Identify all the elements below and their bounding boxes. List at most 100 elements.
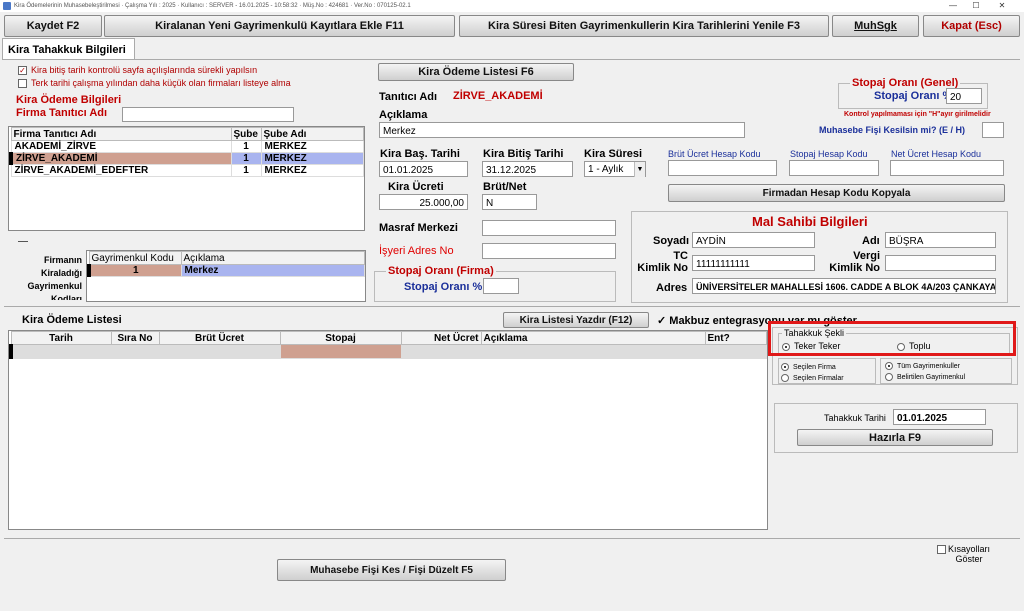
adres-input[interactable]: ÜNİVERSİTELER MAHALLESİ 1606. CADDE A BL… — [692, 278, 996, 294]
tc-kimlik-input[interactable]: 11111111111 — [692, 255, 815, 271]
secilen-firmalar-radio[interactable]: Seçilen Firmalar — [781, 374, 844, 382]
col-brut-ucret[interactable]: Brüt Ücret — [158, 331, 281, 345]
col-sira-no[interactable]: Sıra No — [110, 331, 160, 345]
table-row[interactable]: ZİRVE_AKADEMİ_EDEFTER 1 MERKEZ — [10, 164, 364, 177]
isyeri-adres-input[interactable] — [482, 243, 616, 259]
stopaj-hesap-kodu-input[interactable] — [789, 160, 879, 176]
tab-kira-tahakkuk[interactable]: Kira Tahakkuk Bilgileri — [2, 38, 135, 60]
col-stopaj[interactable]: Stopaj — [279, 331, 402, 345]
sube-cell[interactable]: 1 — [230, 152, 262, 165]
stopaj-hesap-kodu-label: Stopaj Hesap Kodu — [790, 149, 868, 159]
tum-gayrimenkuller-radio[interactable]: Tüm Gayrimenkuller — [885, 362, 960, 370]
brut-net-input[interactable]: N — [482, 194, 537, 210]
kira-listesi-yazdir-button[interactable]: Kira Listesi Yazdır (F12) — [503, 312, 649, 328]
kira-suresi-value: 1 - Aylık — [588, 164, 624, 175]
renew-rent-dates-button[interactable]: Kira Süresi Biten Gayrimenkullerin Kira … — [459, 15, 829, 37]
bitis-kontrol-checkbox[interactable]: ✓ Kira bitiş tarih kontrolü sayfa açılışl… — [18, 65, 257, 76]
aciklama-cell[interactable] — [480, 344, 706, 359]
kira-suresi-label: Kira Süresi — [584, 148, 643, 160]
secilen-firmalar-label: Seçilen Firmalar — [793, 374, 844, 382]
brut-cell[interactable] — [158, 344, 281, 359]
col-aciklama[interactable]: Açıklama — [480, 331, 706, 345]
stopaj-firma-input[interactable] — [483, 278, 519, 294]
window-title: Kira Ödemelerinin Muhasebeleştirilmesi ·… — [14, 3, 411, 9]
brut-hesap-kodu-input[interactable] — [668, 160, 777, 176]
vergi-kimlik-input[interactable] — [885, 255, 996, 271]
hesap-kodu-kopyala-button[interactable]: Firmadan Hesap Kodu Kopyala — [668, 184, 1005, 202]
close-window-button[interactable]: ✕ — [992, 0, 1012, 12]
net-hesap-kodu-input[interactable] — [890, 160, 1004, 176]
add-new-property-button[interactable]: Kiralanan Yeni Gayrimenkulü Kayıtlara Ek… — [104, 15, 455, 37]
stopaj-genel-title: Stopaj Oranı (Genel) — [850, 77, 961, 89]
gm-aciklama-cell[interactable]: Merkez — [180, 264, 365, 277]
kira-suresi-select[interactable]: 1 - Aylık ▼ — [584, 161, 646, 177]
net-cell[interactable] — [400, 344, 482, 359]
terk-tarihi-checkbox[interactable]: Terk tarihi çalışma yılından daha küçük … — [18, 78, 291, 89]
maximize-button[interactable]: ☐ — [966, 0, 986, 12]
table-row-selected[interactable]: ZİRVE_AKADEMİ 1 MERKEZ — [9, 152, 364, 165]
sube-adi-cell[interactable]: MERKEZ — [260, 140, 364, 153]
chevron-down-icon[interactable]: ▼ — [634, 162, 645, 177]
aciklama-input[interactable]: Merkez — [379, 122, 745, 138]
table-row-selected[interactable]: 1 Merkez — [87, 264, 365, 277]
kira-bas-tarihi-label: Kira Baş. Tarihi — [380, 148, 460, 160]
sube-cell[interactable]: 1 — [230, 140, 262, 153]
col-ent[interactable]: Ent? — [704, 331, 767, 345]
firma-tanitici-input[interactable] — [122, 107, 294, 122]
soyadi-label: Soyadı — [653, 235, 690, 247]
kisayol-checkbox[interactable] — [937, 545, 946, 554]
save-button[interactable]: Kaydet F2 — [4, 15, 102, 37]
sube-adi-cell[interactable]: MERKEZ — [260, 152, 364, 165]
belirtilen-gayrimenkul-radio[interactable]: Belirtilen Gayrimenkul — [885, 373, 965, 381]
muhasebe-fisi-kes-button[interactable]: Muhasebe Fişi Kes / Fişi Düzelt F5 — [277, 559, 506, 581]
radio-icon — [781, 374, 789, 382]
table-row[interactable]: AKADEMİ_ZİRVE 1 MERKEZ — [10, 140, 364, 153]
adi-input[interactable]: BÜŞRA — [885, 232, 996, 248]
gayrimenkul-grid[interactable]: Gayrimenkul Kodu Açıklama 1 Merkez — [86, 250, 366, 302]
secilen-firma-radio[interactable]: Seçilen Firma — [781, 363, 836, 371]
sube-cell[interactable]: 1 — [230, 164, 262, 177]
tanitici-adi-label: Tanıtıcı Adı — [379, 91, 438, 103]
sube-adi-cell[interactable]: MERKEZ — [260, 164, 364, 177]
kira-bas-tarihi-input[interactable]: 01.01.2025 — [379, 161, 468, 177]
gm-kodu-cell[interactable]: 1 — [87, 264, 182, 277]
stopaj-cell[interactable] — [279, 344, 402, 359]
col-sube-adi[interactable]: Şube Adı — [260, 127, 364, 141]
stopaj-firma-label: Stopaj Oranı % — [404, 281, 483, 293]
firma-cell[interactable]: ZİRVE_AKADEMİ — [9, 152, 232, 165]
firma-grid[interactable]: Firma Tanıtıcı Adı Şube Şube Adı AKADEMİ… — [8, 126, 365, 231]
kira-bitis-tarihi-input[interactable]: 31.12.2025 — [482, 161, 573, 177]
kira-odeme-grid[interactable]: Tarih Sıra No Brüt Ücret Stopaj Net Ücre… — [8, 330, 768, 530]
kiralanan-gayrimenkul-label: Firmanın Kiraladığı Gayrimenkul Kodları — [27, 255, 82, 300]
tarih-cell[interactable] — [9, 344, 112, 359]
hazirla-button[interactable]: Hazırla F9 — [797, 429, 993, 446]
stopaj-firma-title: Stopaj Oranı (Firma) — [386, 265, 496, 277]
table-row[interactable] — [9, 344, 767, 359]
stopaj-genel-label: Stopaj Oranı % — [874, 90, 953, 102]
divider — [4, 306, 1020, 307]
muhasebe-fisi-input[interactable] — [982, 122, 1004, 138]
soyadi-input[interactable]: AYDİN — [692, 232, 815, 248]
kira-odeme-listesi-button[interactable]: Kira Ödeme Listesi F6 — [378, 63, 574, 81]
tahakkuk-tarihi-input[interactable]: 01.01.2025 — [893, 409, 986, 425]
sira-cell[interactable] — [110, 344, 160, 359]
minimize-button[interactable]: — — [943, 0, 963, 12]
firma-cell[interactable]: ZİRVE_AKADEMİ_EDEFTER — [10, 164, 232, 177]
col-net-ucret[interactable]: Net Ücret — [400, 331, 482, 345]
col-gm-aciklama[interactable]: Açıklama — [180, 251, 365, 265]
kira-ucreti-input[interactable]: 25.000,00 — [379, 194, 468, 210]
col-sube[interactable]: Şube — [230, 127, 262, 141]
kira-ucreti-label: Kira Ücreti — [388, 181, 444, 193]
masraf-merkezi-input[interactable] — [482, 220, 616, 236]
ent-cell[interactable] — [704, 344, 767, 359]
checkbox-box — [18, 79, 27, 89]
col-tarih[interactable]: Tarih — [10, 331, 112, 345]
close-button[interactable]: Kapat (Esc) — [923, 15, 1020, 37]
firma-cell[interactable]: AKADEMİ_ZİRVE — [10, 140, 232, 153]
radio-selected-icon — [781, 363, 789, 371]
stopaj-genel-input[interactable]: 20 — [946, 88, 982, 104]
col-gm-kodu[interactable]: Gayrimenkul Kodu — [88, 251, 182, 265]
col-firma[interactable]: Firma Tanıtıcı Adı — [10, 127, 232, 141]
check-icon: ✓ — [657, 315, 670, 327]
muhsgk-button[interactable]: MuhSgk — [832, 15, 919, 37]
